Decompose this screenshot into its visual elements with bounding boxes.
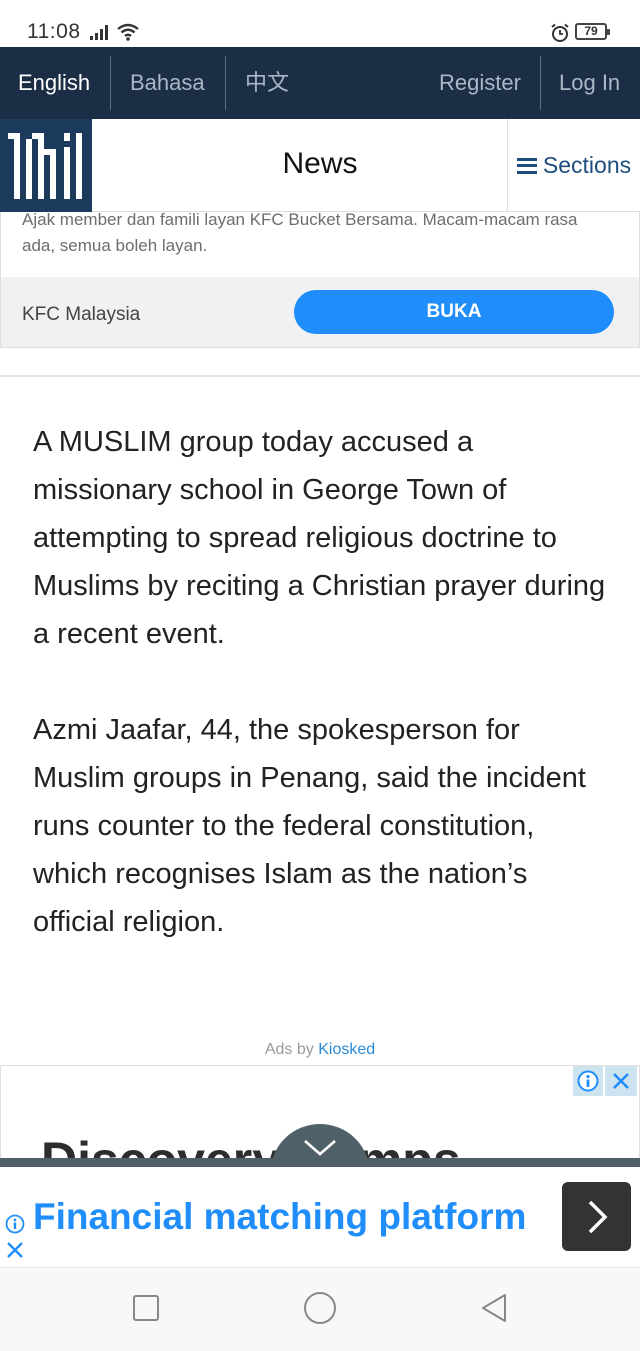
wifi-icon — [116, 22, 140, 47]
recent-apps-icon[interactable] — [132, 1294, 160, 1327]
ad-close-icon[interactable] — [605, 1066, 637, 1096]
chevron-right-icon — [588, 1200, 607, 1233]
ad-open-button[interactable]: BUKA — [294, 290, 614, 334]
nav-divider — [110, 56, 111, 110]
battery-icon: 79 — [575, 23, 610, 40]
article-paragraph: Azmi Jaafar, 44, the spokesperson for Mu… — [33, 714, 586, 938]
close-icon[interactable] — [5, 1240, 25, 1265]
signal-icon — [90, 24, 112, 45]
content-divider — [0, 375, 640, 377]
system-nav-bar — [0, 1267, 640, 1351]
top-nav: English Bahasa 中文 Register Log In — [0, 47, 640, 119]
chevron-down-icon — [302, 1138, 338, 1163]
login-link[interactable]: Log In — [559, 47, 620, 119]
lang-chinese[interactable]: 中文 — [245, 47, 289, 119]
ads-by-label: Ads by Kiosked — [264, 1041, 376, 1058]
native-ad[interactable]: Ajak member dan famili layan KFC Bucket … — [0, 210, 640, 348]
hamburger-icon — [516, 157, 537, 174]
register-link[interactable]: Register — [439, 47, 521, 119]
lang-english[interactable]: English — [18, 47, 90, 119]
banner-next-button[interactable] — [562, 1182, 631, 1251]
ads-provider-link[interactable]: Kiosked — [318, 1041, 375, 1058]
alarm-icon — [550, 23, 570, 48]
article-body: A MUSLIM group today accused a missionar… — [33, 418, 613, 994]
ad-description: Ajak member dan famili layan KFC Bucket … — [22, 210, 578, 255]
nav-divider — [540, 56, 541, 110]
bottom-banner-ad[interactable]: Financial matching platform — [0, 1167, 640, 1267]
lang-bahasa[interactable]: Bahasa — [130, 47, 205, 119]
home-icon[interactable] — [303, 1292, 337, 1330]
tmi-logo[interactable] — [0, 119, 92, 212]
nav-divider — [225, 56, 226, 110]
ad-footer: KFC Malaysia BUKA — [1, 277, 639, 347]
info-icon[interactable] — [5, 1214, 25, 1239]
site-header: News Sections — [0, 119, 640, 212]
adchoices-info-icon[interactable] — [573, 1066, 603, 1096]
sections-label: Sections — [542, 152, 632, 178]
article-paragraph: A MUSLIM group today accused a missionar… — [33, 426, 606, 650]
banner-headline[interactable]: Financial matching platform — [33, 1196, 526, 1238]
status-bar: 11:08 79 — [0, 0, 640, 47]
back-icon[interactable] — [480, 1294, 508, 1328]
sections-menu-button[interactable]: Sections — [507, 119, 640, 212]
ad-brand: KFC Malaysia — [22, 304, 141, 325]
status-time: 11:08 — [27, 20, 81, 43]
